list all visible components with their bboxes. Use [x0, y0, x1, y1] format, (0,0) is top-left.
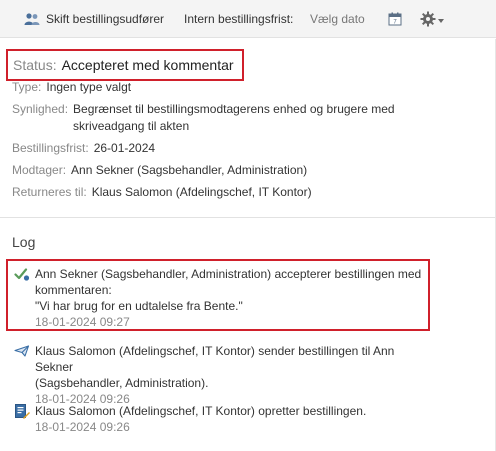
- return-row: Returneres til: Klaus Salomon (Afdelings…: [12, 184, 312, 201]
- internal-deadline-label-wrap: Intern bestillingsfrist:: [184, 0, 293, 38]
- log-entry-line: "Vi har brug for en udtalelse fra Bente.…: [35, 299, 243, 313]
- recipient-row: Modtager: Ann Sekner (Sagsbehandler, Adm…: [12, 162, 307, 179]
- date-picker-input[interactable]: Vælg dato: [310, 0, 365, 38]
- type-value: Ingen type valgt: [46, 80, 132, 94]
- log-entry-line: Ann Sekner (Sagsbehandler, Administratio…: [35, 267, 422, 281]
- type-label: Type:: [12, 80, 42, 94]
- log-entry-text: Klaus Salomon (Afdelingschef, IT Kontor)…: [35, 403, 435, 435]
- send-icon: [14, 343, 30, 359]
- users-icon: [24, 12, 40, 26]
- order-details: Status: Accepteret med kommentar Type: I…: [0, 39, 496, 217]
- type-row: Type: Ingen type valgt: [12, 79, 131, 96]
- log-entry-line: Klaus Salomon (Afdelingschef, IT Kontor)…: [35, 344, 395, 374]
- calendar-button[interactable]: 7: [388, 0, 402, 38]
- change-assignee-label: Skift bestillingsudfører: [46, 12, 165, 26]
- log-entry-text: Ann Sekner (Sagsbehandler, Administratio…: [35, 266, 435, 330]
- visibility-row: Synlighed: Begrænset til bestillingsmodt…: [12, 101, 443, 135]
- change-assignee-button[interactable]: Skift bestillingsudfører: [24, 0, 164, 38]
- return-label: Returneres til:: [12, 185, 87, 199]
- status-highlight: Status: Accepteret med kommentar: [6, 49, 244, 81]
- create-document-icon: [14, 403, 30, 419]
- visibility-label: Synlighed:: [12, 102, 69, 116]
- log-entry-line: (Sagsbehandler, Administration).: [35, 376, 209, 390]
- log-entry-line: kommentaren:: [35, 283, 112, 297]
- log-entry-time: 18-01-2024 09:26: [35, 420, 130, 434]
- accept-check-icon: [14, 266, 30, 282]
- date-placeholder: Vælg dato: [310, 12, 365, 26]
- deadline-value: 26-01-2024: [93, 141, 156, 155]
- toolbar: Skift bestillingsudfører Intern bestilli…: [0, 0, 496, 38]
- deadline-label: Bestillingsfrist:: [12, 141, 89, 155]
- caret-down-icon: [438, 12, 444, 26]
- log-entry-line: Klaus Salomon (Afdelingschef, IT Kontor)…: [35, 404, 367, 418]
- log-entry-text: Klaus Salomon (Afdelingschef, IT Kontor)…: [35, 343, 435, 407]
- recipient-value: Ann Sekner (Sagsbehandler, Administratio…: [71, 163, 308, 177]
- return-value: Klaus Salomon (Afdelingschef, IT Kontor): [91, 185, 312, 199]
- gear-icon: [420, 11, 436, 27]
- status-value: Accepteret med kommentar: [61, 57, 234, 73]
- section-divider: [0, 217, 496, 218]
- settings-menu-button[interactable]: [420, 0, 444, 38]
- log-entry-time: 18-01-2024 09:27: [35, 315, 130, 329]
- recipient-label: Modtager:: [12, 163, 67, 177]
- internal-deadline-label: Intern bestillingsfrist:: [184, 12, 294, 26]
- status-label: Status:: [13, 57, 57, 73]
- calendar-icon: 7: [388, 12, 402, 26]
- deadline-row: Bestillingsfrist: 26-01-2024: [12, 140, 155, 157]
- log-title: Log: [12, 234, 36, 250]
- visibility-value: Begrænset til bestillingsmodtagerens enh…: [73, 102, 395, 133]
